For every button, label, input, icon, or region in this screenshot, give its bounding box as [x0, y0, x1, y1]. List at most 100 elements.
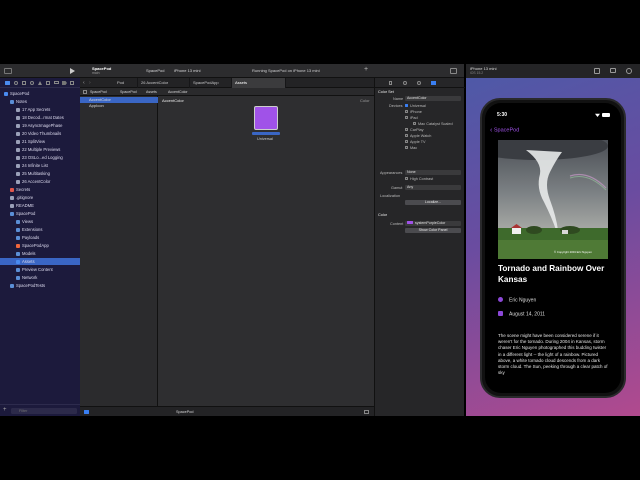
navigator-item[interactable]: 17 App Secrets: [0, 106, 80, 113]
device-checkbox[interactable]: Apple Watch: [405, 134, 431, 138]
content-select[interactable]: systemPurpleColor: [405, 221, 461, 226]
navigator-item[interactable]: Payloads: [0, 234, 80, 241]
navigator-item[interactable]: SpacePod: [0, 210, 80, 217]
navigator-item-label: 18 Decod...rmat Dates: [22, 115, 64, 120]
high-contrast-checkbox[interactable]: High Contrast: [405, 177, 433, 181]
navigator-item[interactable]: SpacePodApp: [0, 242, 80, 249]
debug-icon[interactable]: [54, 81, 59, 84]
navigator-item-label: .gitignore: [16, 195, 34, 200]
attributes-inspector: Color Set Name AccentColor Devices Unive…: [374, 78, 465, 416]
device-checkbox[interactable]: Universal: [405, 104, 426, 108]
tab-assets[interactable]: Assets: [232, 78, 286, 88]
navigator-item[interactable]: 23 OSLo...ed Logging: [0, 154, 80, 161]
person-icon: [498, 297, 503, 302]
device-checkbox[interactable]: iPhone: [405, 110, 422, 114]
add-icon[interactable]: +: [364, 66, 368, 73]
navigator-item[interactable]: Extensions: [0, 226, 80, 233]
folder-icon: [16, 235, 20, 240]
navigator-item[interactable]: Secrets: [0, 186, 80, 193]
console-icon[interactable]: [84, 409, 89, 414]
navigator-item[interactable]: README: [0, 202, 80, 209]
editor-tab-bar: ‹ › Pod 26 AccentColor SpacePodApp Asset…: [80, 78, 374, 88]
swatch-label: Universal: [257, 137, 273, 141]
attributes-icon[interactable]: [431, 81, 436, 85]
tab-pod[interactable]: Pod: [114, 78, 138, 88]
test-icon[interactable]: [46, 81, 50, 85]
navigator-item[interactable]: SpacePodTests: [0, 282, 80, 289]
issue-icon[interactable]: [38, 81, 42, 85]
navigator-item[interactable]: .gitignore: [0, 194, 80, 201]
name-field[interactable]: AccentColor: [405, 96, 461, 101]
localize-button[interactable]: Localize...: [405, 200, 461, 205]
scheme-device[interactable]: iPhone 13 mini: [174, 68, 200, 73]
navigator-item[interactable]: Preview Content: [0, 266, 80, 273]
navigator-item[interactable]: Assets: [0, 258, 80, 265]
gamut-select[interactable]: Any: [405, 185, 461, 190]
color-swatch[interactable]: [254, 106, 278, 130]
layout-icon[interactable]: [364, 409, 369, 414]
show-color-panel-button[interactable]: Show Color Panel: [405, 228, 461, 233]
asset-app-icon[interactable]: AppIcon: [80, 103, 158, 109]
navigator-item[interactable]: SpacePod: [0, 90, 80, 97]
navigator-item[interactable]: Notes: [0, 98, 80, 105]
home-icon[interactable]: [594, 68, 600, 74]
appearances-value: None: [407, 170, 416, 174]
file-inspector-icon[interactable]: [389, 81, 392, 85]
grid-icon[interactable]: [83, 90, 87, 94]
appearances-select[interactable]: None: [405, 170, 461, 175]
navigator-item[interactable]: 24 Infinite List: [0, 162, 80, 169]
breakpoint-icon[interactable]: [62, 81, 67, 85]
breadcrumb-4[interactable]: AccentColor: [168, 90, 188, 94]
add-icon[interactable]: +: [3, 407, 7, 413]
report-icon[interactable]: [70, 81, 74, 85]
breadcrumb-2[interactable]: SpacePod: [120, 90, 137, 94]
navigator-item[interactable]: 18 Decod...rmat Dates: [0, 114, 80, 121]
navigator-item[interactable]: 20 Video Thumbnails: [0, 130, 80, 137]
navigator-item[interactable]: Views: [0, 218, 80, 225]
folder-icon[interactable]: [5, 81, 10, 85]
tab-accent-color[interactable]: 26 AccentColor: [138, 78, 190, 88]
swatch-selection-bar: [252, 132, 280, 135]
play-icon[interactable]: [70, 67, 75, 74]
filter-input[interactable]: [11, 407, 77, 414]
back-button[interactable]: ‹ SpacePod: [490, 127, 519, 134]
device-checkbox[interactable]: Mac: [405, 146, 417, 150]
navigator-item-label: Notes: [16, 99, 27, 104]
navigator-item[interactable]: Network: [0, 274, 80, 281]
navigator-item[interactable]: 22 Multiple Previews: [0, 146, 80, 153]
breadcrumb-3[interactable]: Assets: [146, 90, 157, 94]
navigator-item-label: SpacePodApp: [22, 243, 49, 248]
rotate-icon[interactable]: [626, 68, 632, 74]
device-checkbox[interactable]: Mac Catalyst Scaled: [413, 122, 453, 126]
breadcrumb-1[interactable]: SpacePod: [90, 90, 107, 94]
window-controls[interactable]: [4, 68, 12, 74]
back-icon[interactable]: ‹: [83, 80, 85, 86]
navigator-item[interactable]: Models: [0, 250, 80, 257]
file-icon: [10, 195, 14, 200]
scheme-app[interactable]: SpacePod: [146, 68, 164, 73]
device-checkbox[interactable]: iPad: [405, 116, 418, 120]
device-checkbox[interactable]: CarPlay: [405, 128, 424, 132]
forward-icon[interactable]: ›: [89, 80, 91, 86]
file-icon: [16, 139, 20, 144]
device-checkbox[interactable]: Apple TV: [405, 140, 426, 144]
source-control-icon[interactable]: [14, 81, 18, 85]
library-icon[interactable]: [450, 68, 457, 74]
tornado-rainbow-image: [498, 140, 608, 259]
history-icon[interactable]: [403, 81, 407, 85]
navigator-item-label: 23 OSLo...ed Logging: [22, 155, 63, 160]
navigator-item[interactable]: 21 SplitView: [0, 138, 80, 145]
help-icon[interactable]: [417, 81, 421, 85]
checkbox-icon: [405, 110, 408, 113]
navigator-item[interactable]: 25 Multitasking: [0, 170, 80, 177]
find-icon[interactable]: [30, 81, 34, 85]
navigator-item[interactable]: 26 AccentColor: [0, 178, 80, 185]
apod-photo: © Copyright 2004 Eric Nguyen: [498, 140, 608, 259]
tab-spacepod-app[interactable]: SpacePodApp: [190, 78, 232, 88]
asset-canvas: AccentColor Color Universal: [158, 96, 374, 406]
symbol-icon[interactable]: [22, 81, 26, 85]
gamut-value: Any: [407, 185, 414, 189]
navigator-item[interactable]: 19 AsyncImagePhase: [0, 122, 80, 129]
screenshot-icon[interactable]: [610, 68, 616, 73]
navigator-item-label: Models: [22, 251, 36, 256]
